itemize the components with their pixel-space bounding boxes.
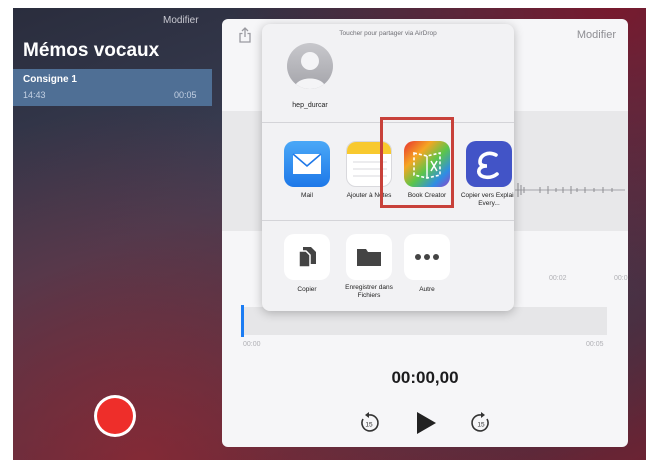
copy-icon	[298, 247, 316, 268]
skip-forward-icon: 15	[471, 412, 489, 432]
page-title: Mémos vocaux	[23, 40, 160, 61]
action-label-more: Autre	[419, 286, 435, 293]
waveform	[515, 183, 625, 197]
airdrop-header: Toucher pour partager via AirDrop	[339, 30, 437, 37]
mail-icon	[292, 153, 322, 174]
skip-back-icon: 15	[361, 412, 379, 432]
copy-button[interactable]	[284, 234, 330, 280]
voice-memos-app: Modifier Mémos vocaux Consigne 1 14:43 0…	[13, 8, 646, 460]
waveform-tick: 00:0	[614, 275, 628, 282]
airdrop-contact-avatar[interactable]	[287, 43, 333, 89]
action-label-save-to-files: Enregistrer dans Fichiers	[345, 284, 393, 299]
mail-app-button[interactable]	[284, 141, 330, 187]
memo-duration: 00:05	[174, 90, 197, 100]
edit-button[interactable]: Modifier	[577, 29, 616, 41]
share-icon[interactable]	[238, 27, 252, 43]
edit-button-left[interactable]: Modifier	[163, 15, 199, 26]
record-button[interactable]	[97, 398, 133, 434]
airdrop-contact-name: hep_durcar	[292, 102, 328, 109]
explain-everything-app-button[interactable]	[466, 141, 512, 187]
play-button[interactable]	[414, 410, 438, 436]
mini-timeline[interactable]	[241, 307, 607, 335]
memo-time: 14:43	[23, 90, 46, 100]
divider	[262, 220, 514, 221]
app-label-mail: Mail	[301, 192, 313, 199]
svg-text:15: 15	[477, 422, 485, 429]
timeline-start: 00:00	[243, 341, 261, 348]
memo-name: Consigne 1	[23, 74, 77, 85]
skip-forward-button[interactable]: 15	[470, 412, 492, 434]
more-icon	[415, 254, 439, 260]
save-to-files-button[interactable]	[346, 234, 392, 280]
playhead[interactable]	[241, 305, 244, 337]
timer-display: 00:00,00	[391, 368, 459, 387]
more-button[interactable]	[404, 234, 450, 280]
timeline-end: 00:05	[586, 341, 604, 348]
skip-back-button[interactable]: 15	[358, 412, 380, 434]
app-label-explain-everything: Copier vers Explain Every...	[460, 192, 514, 207]
play-icon	[417, 412, 436, 434]
folder-icon	[357, 249, 381, 266]
svg-text:15: 15	[365, 422, 373, 429]
waveform-tick: 00:02	[549, 275, 567, 282]
book-creator-highlight	[380, 117, 454, 208]
person-icon	[294, 52, 326, 89]
action-label-copy: Copier	[297, 286, 317, 293]
explain-everything-icon	[477, 151, 499, 180]
